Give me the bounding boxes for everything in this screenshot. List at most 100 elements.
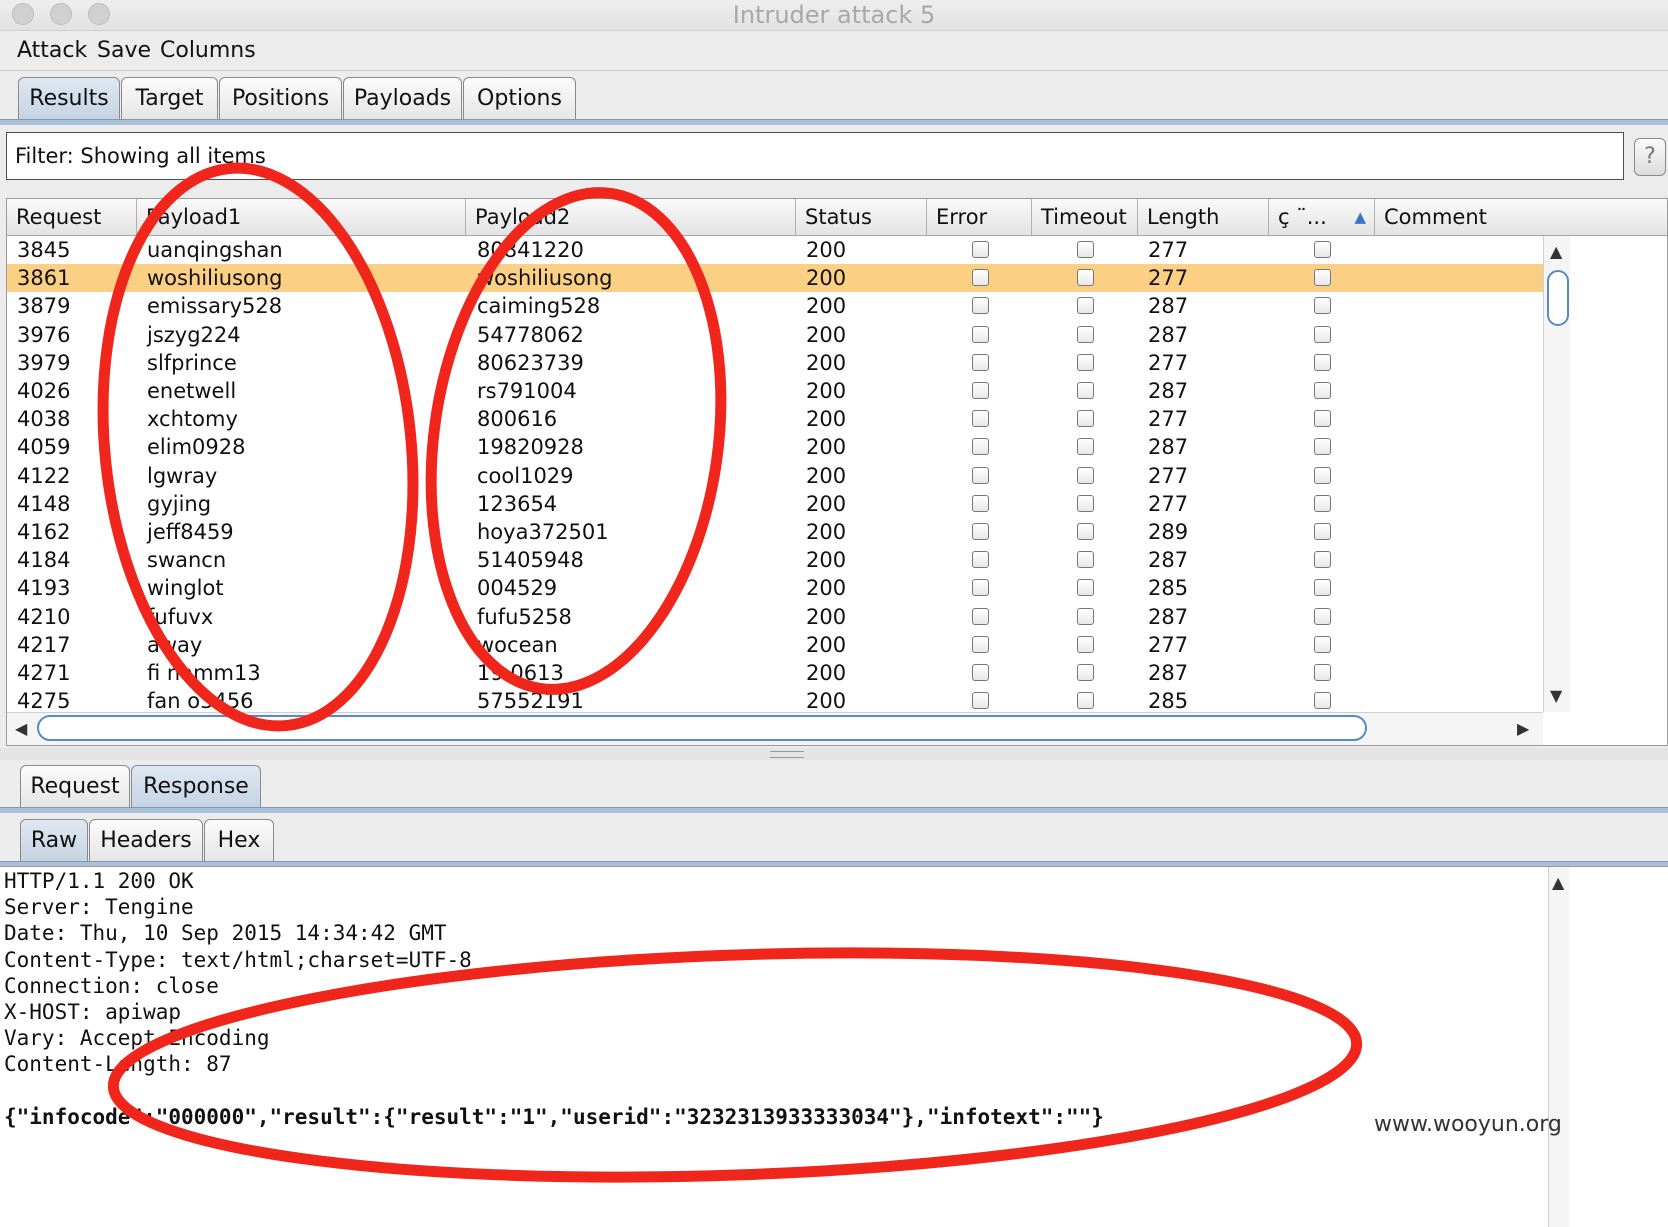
tab-payloads[interactable]: Payloads: [343, 77, 462, 119]
scroll-down-icon[interactable]: ▼: [1550, 686, 1562, 705]
tab-positions[interactable]: Positions: [219, 77, 342, 119]
error-checkbox[interactable]: [972, 466, 989, 484]
error-checkbox[interactable]: [972, 410, 989, 428]
response-viewer[interactable]: ▲ HTTP/1.1 200 OK Server: Tengine Date: Th…: [0, 866, 1668, 1227]
timeout-checkbox[interactable]: [1077, 635, 1094, 653]
timeout-checkbox[interactable]: [1077, 692, 1094, 710]
column-header-sorted[interactable]: ç ¨... ▲: [1269, 199, 1375, 235]
tab-request[interactable]: Request: [20, 765, 130, 807]
table-row[interactable]: 4148 gyjing 123654 200 277: [7, 490, 1543, 518]
column-header-error[interactable]: Error: [927, 199, 1032, 235]
timeout-checkbox[interactable]: [1077, 664, 1094, 681]
table-row[interactable]: 4184 swancn 51405948 200 287: [7, 546, 1543, 574]
column-header-request[interactable]: Request: [7, 199, 137, 235]
flag-checkbox[interactable]: [1314, 438, 1331, 456]
table-row[interactable]: 3976 jszyg224 54778062 200 287: [7, 321, 1543, 349]
tab-target[interactable]: Target: [121, 77, 218, 119]
timeout-checkbox[interactable]: [1077, 579, 1094, 597]
error-checkbox[interactable]: [972, 551, 989, 569]
horizontal-scroll-thumb[interactable]: [37, 715, 1367, 741]
table-vertical-scrollbar[interactable]: ▲ ▼: [1543, 236, 1570, 712]
table-row[interactable]: 4275 fan o3456 57552191 200 285: [7, 687, 1543, 715]
timeout-checkbox[interactable]: [1077, 297, 1094, 315]
timeout-checkbox[interactable]: [1077, 523, 1094, 540]
scroll-up-icon[interactable]: ▲: [1550, 242, 1562, 261]
timeout-checkbox[interactable]: [1077, 353, 1094, 371]
help-button[interactable]: ?: [1634, 138, 1666, 176]
error-checkbox[interactable]: [972, 353, 989, 371]
table-row[interactable]: 3845 uanqingshan 80841220 200 277: [7, 236, 1543, 264]
table-row[interactable]: 4271 fi namm13 19 0613 200 287: [7, 659, 1543, 687]
error-checkbox[interactable]: [972, 635, 989, 653]
tab-options[interactable]: Options: [463, 77, 576, 119]
tab-hex[interactable]: Hex: [204, 819, 274, 861]
timeout-checkbox[interactable]: [1077, 494, 1094, 512]
scroll-left-icon[interactable]: ◀: [15, 719, 27, 738]
table-row[interactable]: 4193 winglot 004529 200 285: [7, 574, 1543, 602]
table-row[interactable]: 4122 lgwray cool1029 200 277: [7, 462, 1543, 490]
pane-splitter[interactable]: [0, 748, 1668, 760]
column-header-status[interactable]: Status: [796, 199, 927, 235]
flag-checkbox[interactable]: [1314, 551, 1331, 569]
table-row[interactable]: 4210 fufuvx fufu5258 200 287: [7, 603, 1543, 631]
flag-checkbox[interactable]: [1314, 635, 1331, 653]
timeout-checkbox[interactable]: [1077, 607, 1094, 625]
error-checkbox[interactable]: [972, 297, 989, 315]
flag-checkbox[interactable]: [1314, 692, 1331, 710]
table-row[interactable]: 4162 jeff8459 hoya372501 200 289: [7, 518, 1543, 546]
column-header-payload2[interactable]: Payload2: [466, 199, 796, 235]
flag-checkbox[interactable]: [1314, 297, 1331, 315]
column-header-length[interactable]: Length: [1138, 199, 1269, 235]
timeout-checkbox[interactable]: [1077, 382, 1094, 399]
timeout-checkbox[interactable]: [1077, 410, 1094, 428]
table-row[interactable]: 4217 away wocean 200 277: [7, 631, 1543, 659]
error-checkbox[interactable]: [972, 382, 989, 399]
flag-checkbox[interactable]: [1314, 241, 1331, 258]
error-checkbox[interactable]: [972, 579, 989, 597]
table-row[interactable]: 4038 xchtomy 800616 200 277: [7, 405, 1543, 433]
timeout-checkbox[interactable]: [1077, 438, 1094, 456]
column-header-payload1[interactable]: Payload1: [137, 199, 466, 235]
table-row[interactable]: 3879 emissary528 caiming528 200 287: [7, 292, 1543, 320]
table-row[interactable]: 3979 slfprince 80623739 200 277: [7, 349, 1543, 377]
column-header-comment[interactable]: Comment: [1375, 199, 1667, 235]
timeout-checkbox[interactable]: [1077, 241, 1094, 258]
filter-bar[interactable]: Filter: Showing all items: [6, 132, 1624, 180]
scroll-right-icon[interactable]: ▶: [1517, 719, 1529, 738]
table-row[interactable]: 3861 woshiliusong woshiliusong 200 277: [7, 264, 1543, 293]
column-header-timeout[interactable]: Timeout: [1032, 199, 1138, 235]
error-checkbox[interactable]: [972, 494, 989, 512]
flag-checkbox[interactable]: [1314, 466, 1331, 484]
timeout-checkbox[interactable]: [1077, 551, 1094, 569]
tab-headers[interactable]: Headers: [89, 819, 203, 861]
flag-checkbox[interactable]: [1314, 325, 1331, 343]
flag-checkbox[interactable]: [1314, 410, 1331, 428]
response-scroll-up-icon[interactable]: ▲: [1552, 873, 1564, 892]
menu-save[interactable]: Save: [97, 38, 151, 63]
response-scrollbar[interactable]: ▲: [1548, 867, 1569, 1227]
tab-results[interactable]: Results: [18, 77, 120, 119]
tab-response[interactable]: Response: [131, 765, 261, 807]
flag-checkbox[interactable]: [1314, 353, 1331, 371]
flag-checkbox[interactable]: [1314, 523, 1331, 540]
table-row[interactable]: 4026 enetwell rs791004 200 287: [7, 377, 1543, 405]
flag-checkbox[interactable]: [1314, 269, 1331, 287]
menu-columns[interactable]: Columns: [160, 38, 256, 63]
table-horizontal-scrollbar[interactable]: ◀ ▶: [7, 712, 1543, 745]
error-checkbox[interactable]: [972, 269, 989, 287]
table-row[interactable]: 4059 elim0928 19820928 200 287: [7, 433, 1543, 461]
error-checkbox[interactable]: [972, 664, 989, 681]
flag-checkbox[interactable]: [1314, 607, 1331, 625]
flag-checkbox[interactable]: [1314, 579, 1331, 597]
timeout-checkbox[interactable]: [1077, 325, 1094, 343]
error-checkbox[interactable]: [972, 607, 989, 625]
timeout-checkbox[interactable]: [1077, 466, 1094, 484]
timeout-checkbox[interactable]: [1077, 269, 1094, 287]
flag-checkbox[interactable]: [1314, 382, 1331, 399]
error-checkbox[interactable]: [972, 438, 989, 456]
tab-raw[interactable]: Raw: [20, 819, 88, 861]
error-checkbox[interactable]: [972, 523, 989, 540]
menu-attack[interactable]: Attack: [17, 38, 87, 63]
flag-checkbox[interactable]: [1314, 494, 1331, 512]
error-checkbox[interactable]: [972, 692, 989, 710]
